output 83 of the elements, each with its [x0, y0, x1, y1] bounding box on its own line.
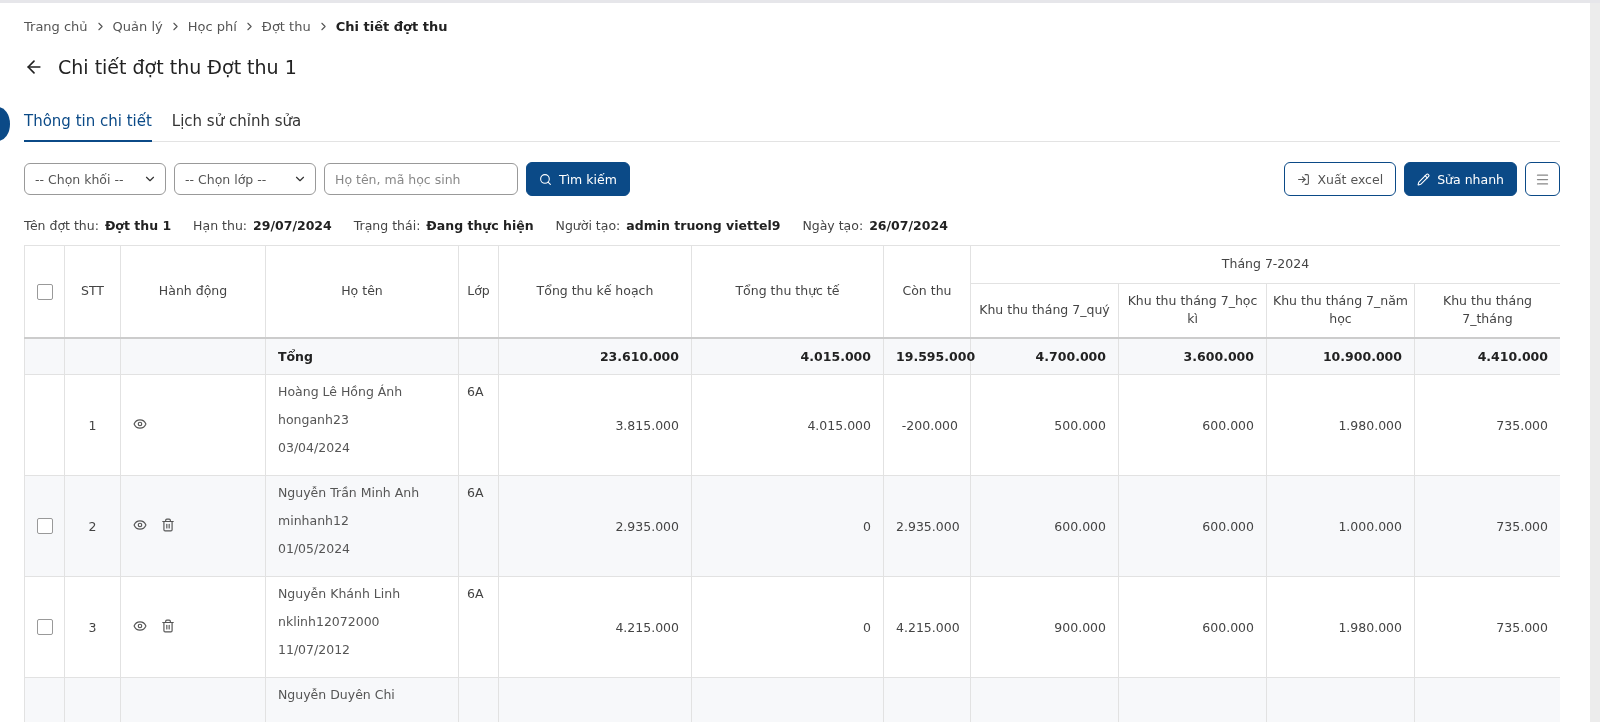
export-icon — [1297, 172, 1311, 186]
table-cell: 4.410.000 — [1414, 337, 1560, 375]
column-header: Tổng thu kế hoạch — [498, 245, 692, 338]
table-cell: 4.215.000 — [615, 619, 679, 635]
column-header: Lớp — [458, 245, 499, 338]
column-header: Tổng thu thực tế — [691, 245, 884, 338]
table-cell: 2.935.000 — [615, 518, 679, 534]
table-cell: 6A — [467, 384, 484, 399]
column-header: Hành động — [120, 245, 266, 338]
menu-button[interactable] — [1525, 162, 1560, 196]
column-header: Họ tên — [265, 245, 459, 338]
info-item: Tên đợt thu: Đợt thu 1 — [24, 218, 172, 233]
table-cell: 3.815.000 — [615, 417, 679, 433]
student-username: minhanh12 — [278, 512, 350, 530]
breadcrumb-link[interactable]: Quản lý — [112, 19, 163, 34]
breadcrumb-link[interactable]: Đợt thu — [261, 19, 311, 34]
table-cell: 6A — [467, 586, 484, 601]
table-cell: 600.000 — [1202, 417, 1254, 433]
table-cell: 23.610.000 — [498, 337, 692, 375]
student-name: Nguyễn Trần Minh Anh — [278, 484, 421, 502]
scrollbar[interactable] — [1590, 3, 1600, 722]
pencil-icon — [1417, 172, 1431, 186]
table-cell: 900.000 — [1054, 619, 1106, 635]
student-name: Nguyễn Duyên Chi — [278, 686, 396, 704]
breadcrumb-link[interactable]: Trang chủ — [24, 19, 88, 34]
student-date: 01/05/2024 — [278, 540, 352, 558]
view-icon[interactable] — [133, 517, 147, 532]
table-cell: 4.215.000 — [896, 619, 960, 635]
table-cell: 1.980.000 — [1338, 619, 1402, 635]
delete-icon[interactable] — [161, 618, 175, 633]
table-cell: 2 — [88, 518, 97, 534]
table-cell: 6A — [467, 485, 484, 500]
table-cell: 3 — [88, 619, 97, 635]
column-header: Còn thu — [883, 245, 971, 338]
row-checkbox[interactable] — [37, 619, 53, 636]
column-group-header: Tháng 7-2024 — [970, 245, 1560, 284]
table-cell: 10.900.000 — [1266, 337, 1415, 375]
table-cell: 1 — [88, 417, 97, 433]
table-cell: 735.000 — [1496, 417, 1548, 433]
row-checkbox[interactable] — [37, 518, 53, 535]
tab[interactable]: Thông tin chi tiết — [24, 108, 152, 142]
table-cell: 0 — [863, 619, 871, 635]
info-item: Người tạo: admin truong viettel9 — [555, 218, 781, 233]
menu-icon — [1535, 171, 1550, 187]
table-cell: 0 — [863, 518, 871, 534]
student-username: honganh23 — [278, 411, 350, 429]
student-date: 11/07/2012 — [278, 641, 352, 659]
page-title: Chi tiết đợt thu Đợt thu 1 — [58, 56, 297, 78]
table-cell: 2.935.000 — [896, 518, 960, 534]
breadcrumb-link[interactable]: Học phí — [187, 19, 237, 34]
table-cell: 4.015.000 — [807, 417, 871, 433]
select-all-checkbox[interactable] — [36, 283, 53, 300]
table-cell: 1.000.000 — [1338, 518, 1402, 534]
info-item: Trạng thái: Đang thực hiện — [353, 218, 534, 233]
view-icon[interactable] — [133, 618, 147, 633]
table-cell: Tổng — [265, 337, 459, 375]
grade-select[interactable]: -- Chọn khối -- — [24, 163, 166, 195]
search-field[interactable]: Họ tên, mã học sinh — [324, 163, 518, 195]
tab[interactable]: Lịch sử chỉnh sửa — [171, 108, 302, 142]
student-name: Nguyễn Khánh Linh — [278, 585, 402, 603]
info-item: Ngày tạo: 26/07/2024 — [802, 218, 948, 233]
table-cell: 1.980.000 — [1338, 417, 1402, 433]
student-username: nklinh12072000 — [278, 613, 381, 631]
table-cell: 600.000 — [1054, 518, 1106, 534]
column-header: STT — [64, 245, 121, 338]
table-cell: -200.000 — [901, 417, 958, 433]
export-button[interactable]: Xuất excel — [1284, 162, 1397, 196]
view-icon[interactable] — [133, 416, 147, 431]
student-date: 03/04/2024 — [278, 439, 352, 457]
delete-icon[interactable] — [161, 517, 175, 532]
info-item: Hạn thu: 29/07/2024 — [193, 218, 332, 233]
quick-edit-button[interactable]: Sửa nhanh — [1404, 162, 1517, 196]
class-select[interactable]: -- Chọn lớp -- — [174, 163, 316, 195]
table-cell: 600.000 — [1202, 518, 1254, 534]
student-name: Hoàng Lê Hồng Ánh — [278, 383, 404, 401]
table-cell: 3.600.000 — [1118, 337, 1267, 375]
table-cell: 500.000 — [1054, 417, 1106, 433]
table-cell: 735.000 — [1496, 619, 1548, 635]
table-cell: 735.000 — [1496, 518, 1548, 534]
search-icon — [539, 172, 552, 186]
table-cell: 600.000 — [1202, 619, 1254, 635]
table-cell: 4.015.000 — [691, 337, 884, 375]
search-button[interactable]: Tìm kiếm — [526, 162, 630, 196]
